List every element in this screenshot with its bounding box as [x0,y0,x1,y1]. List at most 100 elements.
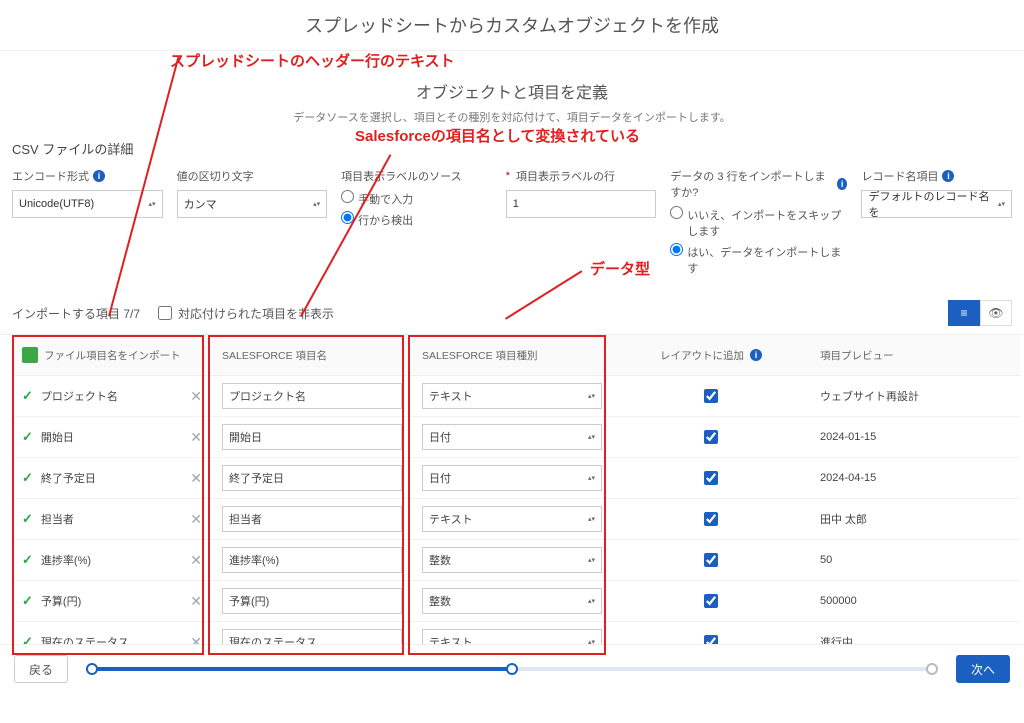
caret-icon: ▴▾ [588,475,595,482]
sf-field-input[interactable]: 予算(円) [222,588,402,614]
caret-icon: ▴▾ [313,201,320,208]
sf-type-cell: テキスト▴▾ [412,376,612,417]
encoding-label: エンコード形式i [12,168,163,184]
preview-cell: 2024-01-15 [810,417,1020,458]
check-icon: ✓ [22,511,33,526]
list-view-toggle[interactable]: ≡ [948,300,980,326]
sf-field-cell: 進捗率(%) [212,540,412,581]
add-to-layout-checkbox[interactable] [704,594,718,608]
delimiter-select[interactable]: カンマ▴▾ [177,190,328,218]
sf-type-cell: 日付▴▾ [412,458,612,499]
caret-icon: ▴▾ [149,201,156,208]
add-to-layout-checkbox[interactable] [704,512,718,526]
sf-type-cell: 整数▴▾ [412,581,612,622]
hide-mapped-toggle[interactable]: 対応付けられた項目を非表示 [158,305,334,322]
sf-field-input[interactable]: 進捗率(%) [222,547,402,573]
step-dot-3 [926,663,938,675]
caret-icon: ▴▾ [588,393,595,400]
info-icon[interactable]: i [750,349,762,361]
file-field-cell: ✓予算(円)✕ [12,581,212,622]
remove-field-icon[interactable]: ✕ [190,552,202,569]
importrows-radiogroup: いいえ、インポートをスキップします はい、データをインポートします [670,206,847,276]
remove-field-icon[interactable]: ✕ [190,593,202,610]
layout-cell [612,458,810,499]
sf-type-cell: テキスト▴▾ [412,499,612,540]
layout-cell [612,540,810,581]
remove-field-icon[interactable]: ✕ [190,511,202,528]
layout-cell [612,581,810,622]
remove-field-icon[interactable]: ✕ [190,470,202,487]
sf-field-input[interactable]: 開始日 [222,424,402,450]
next-button[interactable]: 次へ [956,655,1010,683]
page-title: スプレッドシートからカスタムオブジェクトを作成 [0,0,1024,51]
sf-type-cell: 整数▴▾ [412,540,612,581]
layout-cell [612,499,810,540]
sf-type-cell: 日付▴▾ [412,417,612,458]
recordname-label: レコード名項目i [861,168,1012,184]
file-field-cell: ✓終了予定日✕ [12,458,212,499]
sf-type-select[interactable]: 日付▴▾ [422,465,602,491]
caret-icon: ▴▾ [588,516,595,523]
caret-icon: ▴▾ [588,434,595,441]
caret-icon: ▴▾ [998,201,1005,208]
sf-field-cell: 予算(円) [212,581,412,622]
sf-type-select[interactable]: 整数▴▾ [422,588,602,614]
back-button[interactable]: 戻る [14,655,68,683]
remove-field-icon[interactable]: ✕ [190,429,202,446]
check-icon: ✓ [22,552,33,567]
th-sf-type: SALESFORCE 項目種別 [412,335,612,376]
remove-field-icon[interactable]: ✕ [190,388,202,405]
add-to-layout-checkbox[interactable] [704,389,718,403]
list-icon: ≡ [960,306,967,320]
labelrow-label: *項目表示ラベルの行 [506,168,657,184]
preview-view-toggle[interactable]: 👁 [980,300,1012,326]
sf-type-select[interactable]: 整数▴▾ [422,547,602,573]
sf-field-cell: 開始日 [212,417,412,458]
sf-type-select[interactable]: テキスト▴▾ [422,383,602,409]
file-field-cell: ✓進捗率(%)✕ [12,540,212,581]
sf-field-cell: 終了予定日 [212,458,412,499]
caret-icon: ▴▾ [588,598,595,605]
file-field-cell: ✓プロジェクト名✕ [12,376,212,417]
recordname-select[interactable]: デフォルトのレコード名を▴▾ [861,190,1012,218]
add-to-layout-checkbox[interactable] [704,553,718,567]
labelsource-radiogroup: 手動で入力 行から検出 [341,190,492,228]
labelrow-input[interactable]: 1 [506,190,657,218]
importrows-label: データの 3 行をインポートしますか?i [670,168,847,200]
helper-text: データソースを選択し、項目とその種別を対応付けて、項目データをインポートします。 [0,103,1024,139]
preview-cell: 田中 太郎 [810,499,1020,540]
add-to-layout-checkbox[interactable] [704,430,718,444]
encoding-select[interactable]: Unicode(UTF8)▴▾ [12,190,163,218]
wizard-stepper [86,667,938,671]
sf-field-cell: 担当者 [212,499,412,540]
th-layout: レイアウトに追加i [612,335,810,376]
step-dot-1[interactable] [86,663,98,675]
sf-type-select[interactable]: 日付▴▾ [422,424,602,450]
importrows-yes[interactable]: はい、データをインポートします [670,243,847,276]
sf-field-input[interactable]: 担当者 [222,506,402,532]
file-field-cell: ✓開始日✕ [12,417,212,458]
labelsource-label: 項目表示ラベルのソース [341,168,492,184]
sf-field-input[interactable]: プロジェクト名 [222,383,402,409]
preview-cell: 2024-04-15 [810,458,1020,499]
check-icon: ✓ [22,388,33,403]
preview-cell: 500000 [810,581,1020,622]
th-file-field: ファイル項目名をインポート [12,335,212,376]
check-icon: ✓ [22,470,33,485]
th-sf-field: SALESFORCE 項目名 [212,335,412,376]
spreadsheet-icon [22,347,38,363]
layout-cell [612,417,810,458]
delimiter-label: 値の区切り文字 [177,168,328,184]
sf-type-select[interactable]: テキスト▴▾ [422,506,602,532]
th-preview: 項目プレビュー [810,335,1020,376]
labelsource-detect[interactable]: 行から検出 [341,211,492,228]
sf-field-input[interactable]: 終了予定日 [222,465,402,491]
info-icon[interactable]: i [837,178,848,190]
step-dot-2[interactable] [506,663,518,675]
info-icon[interactable]: i [93,170,105,182]
labelsource-manual[interactable]: 手動で入力 [341,190,492,207]
info-icon[interactable]: i [942,170,954,182]
importrows-no[interactable]: いいえ、インポートをスキップします [670,206,847,239]
add-to-layout-checkbox[interactable] [704,471,718,485]
layout-cell [612,376,810,417]
